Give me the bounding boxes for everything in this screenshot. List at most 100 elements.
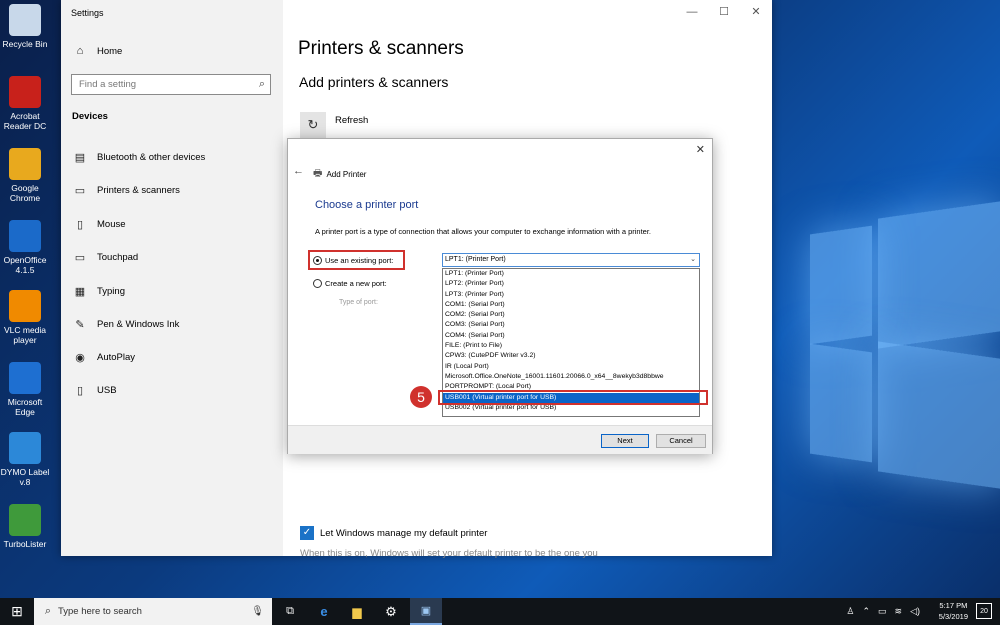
- port-option[interactable]: COM3: (Serial Port): [443, 320, 699, 330]
- maximize-icon[interactable]: ☐: [708, 0, 740, 24]
- dialog-footer: Next Cancel: [288, 425, 712, 454]
- taskbar-file-explorer[interactable]: ▆: [343, 598, 371, 625]
- window-controls: — ☐ ✕: [676, 0, 772, 24]
- printer-icon: ▭: [74, 184, 86, 197]
- vlc-icon: [9, 290, 41, 322]
- port-option[interactable]: FILE: (Print to File): [443, 341, 699, 351]
- dialog-close-icon[interactable]: ✕: [696, 143, 705, 156]
- task-view-button[interactable]: ⧉: [276, 598, 304, 625]
- mouse-icon: ▯: [76, 218, 84, 231]
- chevron-up-icon[interactable]: ⌃: [862, 606, 870, 617]
- search-icon: ⌕: [258, 78, 265, 90]
- port-option[interactable]: LPT1: (Printer Port): [443, 269, 699, 279]
- nav-item-autoplay[interactable]: ◉ AutoPlay: [71, 345, 135, 369]
- radio-unselected-icon[interactable]: [313, 279, 322, 288]
- nav-item-label: Printers & scanners: [97, 184, 180, 196]
- port-option[interactable]: LPT3: (Printer Port): [443, 290, 699, 300]
- desktop-icon-label: TurboLister: [3, 539, 47, 549]
- microphone-icon[interactable]: 🎙: [251, 606, 264, 617]
- create-new-label: Create a new port:: [325, 279, 387, 288]
- bluetooth-icon: ▤: [74, 151, 86, 164]
- nav-home-label: Home: [97, 45, 123, 57]
- port-option[interactable]: COM1: (Serial Port): [443, 300, 699, 310]
- desktop-icon-label: Microsoft Edge: [7, 397, 43, 417]
- nav-home[interactable]: ⌂ Home: [71, 39, 123, 63]
- taskbar-clock[interactable]: 5:17 PM 5/3/2019: [939, 600, 968, 622]
- page-subtitle: Add printers & scanners: [299, 74, 449, 90]
- nav-item-touchpad[interactable]: ▭ Touchpad: [71, 245, 138, 269]
- minimize-icon[interactable]: —: [676, 0, 708, 24]
- port-option[interactable]: IR (Local Port): [443, 362, 699, 372]
- default-printer-description: When this is on, Windows will set your d…: [300, 548, 598, 559]
- desktop-icon-vlc[interactable]: VLC media player: [0, 290, 50, 345]
- nav-item-label: AutoPlay: [97, 351, 136, 363]
- annotation-highlight-radio: [308, 250, 405, 270]
- refresh-button[interactable]: ↻ Refresh: [300, 112, 368, 138]
- nav-item-pen[interactable]: ✎ Pen & Windows Ink: [71, 312, 179, 336]
- nav-item-keyboard[interactable]: ▦ Typing: [71, 279, 125, 303]
- add-printer-dialog: ✕ ← 🖶 Add Printer Choose a printer port …: [287, 138, 713, 454]
- desktop-icon-acrobat[interactable]: Acrobat Reader DC: [0, 76, 50, 131]
- nav-item-label: Bluetooth & other devices: [97, 151, 206, 163]
- port-option[interactable]: COM2: (Serial Port): [443, 310, 699, 320]
- dialog-title-text: Add Printer: [326, 170, 367, 179]
- desktop-icon-label: Google Chrome: [9, 183, 41, 203]
- search-icon: ⌕: [44, 605, 52, 617]
- refresh-label: Refresh: [335, 115, 369, 126]
- default-printer-toggle[interactable]: ✓ Let Windows manage my default printer: [300, 526, 487, 540]
- port-option[interactable]: Microsoft.Office.OneNote_16001.11601.200…: [443, 372, 699, 382]
- desktop-icon-turbolister[interactable]: TurboLister: [0, 504, 50, 549]
- taskbar: ⊞ ⌕ Type here to search 🎙 ⧉ e ▆ ⚙ ▣ ♙ ⌃ …: [0, 598, 1000, 625]
- nav-item-bluetooth[interactable]: ▤ Bluetooth & other devices: [71, 145, 205, 169]
- desktop-icon-dymo[interactable]: DYMO Label v.8: [0, 432, 50, 487]
- wifi-icon[interactable]: ≋: [895, 606, 903, 617]
- nav-item-label: Touchpad: [97, 251, 139, 263]
- checkbox-checked-icon[interactable]: ✓: [300, 526, 314, 540]
- cancel-button[interactable]: Cancel: [656, 434, 706, 448]
- network-icon[interactable]: ▭: [878, 606, 887, 617]
- people-icon[interactable]: ♙: [846, 606, 854, 617]
- start-button[interactable]: ⊞: [0, 598, 34, 625]
- clock-time: 5:17 PM: [939, 601, 968, 610]
- refresh-icon: ↻: [300, 112, 326, 138]
- port-option[interactable]: CPW3: (CutePDF Writer v3.2): [443, 351, 699, 361]
- default-printer-label: Let Windows manage my default printer: [320, 527, 488, 539]
- find-setting-input[interactable]: Find a setting ⌕: [71, 74, 271, 95]
- chevron-down-icon: ⌄: [690, 256, 696, 263]
- touchpad-icon: ▭: [74, 251, 86, 264]
- desktop-icon-recycle-bin[interactable]: Recycle Bin: [0, 4, 50, 49]
- settings-sidebar: Settings ⌂ Home Find a setting ⌕ Devices…: [61, 0, 283, 556]
- close-icon[interactable]: ✕: [740, 0, 772, 24]
- create-new-port-radio[interactable]: Create a new port:: [313, 279, 387, 288]
- task-view-icon: ⧉: [286, 605, 294, 617]
- notification-center-icon[interactable]: 20: [976, 603, 992, 619]
- nav-item-usb[interactable]: ▯ USB: [71, 378, 117, 402]
- taskbar-add-printer[interactable]: ▣: [410, 598, 442, 625]
- keyboard-icon: ▦: [74, 285, 86, 298]
- recycle-bin-icon: [9, 4, 41, 36]
- nav-item-label: Mouse: [97, 218, 126, 230]
- desktop-icon-chrome[interactable]: Google Chrome: [0, 148, 50, 203]
- port-dropdown[interactable]: LPT1: (Printer Port) ⌄: [442, 253, 700, 267]
- annotation-highlight-usb001: [438, 390, 708, 405]
- taskbar-search-box[interactable]: ⌕ Type here to search 🎙: [34, 598, 272, 625]
- nav-item-mouse[interactable]: ▯ Mouse: [71, 212, 126, 236]
- back-arrow-icon[interactable]: ←: [293, 165, 304, 177]
- port-option[interactable]: COM4: (Serial Port): [443, 331, 699, 341]
- edge-icon: [9, 362, 41, 394]
- port-option[interactable]: LPT2: (Printer Port): [443, 279, 699, 289]
- page-title: Printers & scanners: [298, 38, 464, 59]
- desktop-icon-label: Acrobat Reader DC: [3, 111, 47, 131]
- volume-icon[interactable]: ◁): [910, 606, 920, 617]
- desktop-icon-label: Recycle Bin: [2, 39, 48, 49]
- taskbar-settings[interactable]: ⚙: [377, 598, 405, 625]
- desktop-icon-openoffice[interactable]: OpenOffice 4.1.5: [0, 220, 50, 275]
- printer-app-icon: ▣: [420, 605, 432, 617]
- taskbar-edge[interactable]: e: [310, 598, 338, 625]
- desktop-icon-label: DYMO Label v.8: [0, 467, 50, 487]
- desktop-icon-edge[interactable]: Microsoft Edge: [0, 362, 50, 417]
- nav-item-printer[interactable]: ▭ Printers & scanners: [71, 178, 180, 202]
- windows-logo-wallpaper: [800, 190, 1000, 510]
- openoffice-icon: [9, 220, 41, 252]
- next-button[interactable]: Next: [601, 434, 649, 448]
